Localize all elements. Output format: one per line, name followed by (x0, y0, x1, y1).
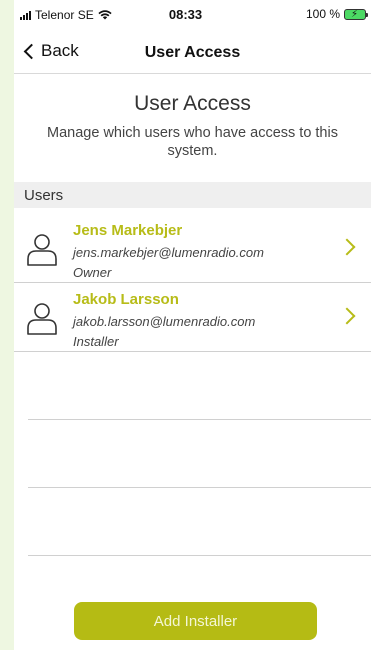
add-installer-button[interactable]: Add Installer (74, 602, 317, 640)
user-icon (27, 303, 57, 335)
user-name: Jens Markebjer (73, 222, 183, 239)
status-right: 100 % ⚡ (305, 7, 368, 21)
empty-row-divider (28, 419, 371, 420)
status-bar: Telenor SE 08:33 100 % ⚡ (0, 0, 371, 36)
user-email: jakob.larsson@lumenradio.com (73, 314, 256, 329)
user-row[interactable]: Jens Markebjer jens.markebjer@lumenradio… (14, 215, 371, 283)
empty-row-divider (28, 555, 371, 556)
charging-icon: ⚡ (351, 8, 359, 20)
user-email: jens.markebjer@lumenradio.com (73, 245, 264, 260)
chevron-right-icon (338, 238, 356, 256)
user-icon (27, 234, 57, 266)
user-name: Jakob Larsson (73, 291, 179, 308)
empty-row-divider (28, 487, 371, 488)
nav-title: User Access (144, 44, 241, 61)
battery-percent: 100 % (305, 7, 340, 21)
page-title: User Access (134, 92, 251, 115)
navigation-bar: Back User Access (14, 32, 371, 74)
chevron-right-icon (338, 307, 356, 325)
page-subtitle: Manage which users who have access to th… (47, 125, 338, 159)
user-row[interactable]: Jakob Larsson jakob.larsson@lumenradio.c… (14, 284, 371, 352)
battery-icon: ⚡ (344, 8, 368, 20)
user-role: Installer (73, 334, 119, 349)
user-role: Owner (73, 265, 112, 280)
users-section-header: Users (14, 182, 371, 208)
